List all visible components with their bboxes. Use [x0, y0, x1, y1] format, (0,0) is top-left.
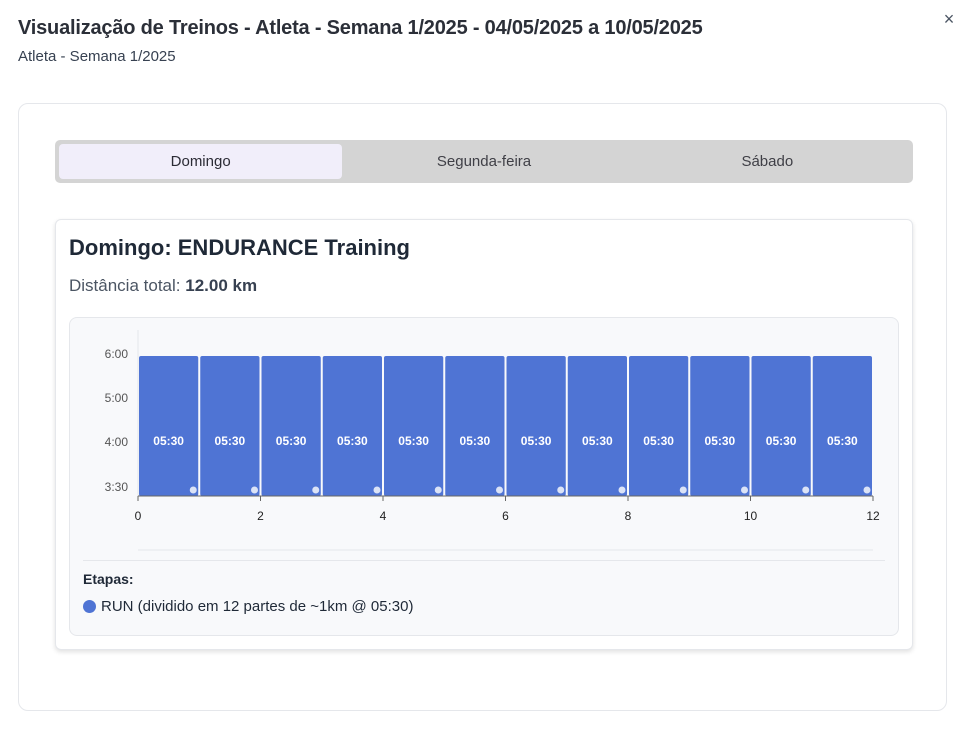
bar-end-marker — [434, 486, 442, 494]
bar-label: 05:30 — [460, 434, 491, 448]
bar-label: 05:30 — [766, 434, 797, 448]
bar — [322, 356, 382, 496]
y-tick-label: 5:00 — [105, 391, 129, 405]
y-tick-label: 4:00 — [105, 435, 129, 449]
legend-title: Etapas: — [83, 571, 134, 587]
bar — [200, 356, 260, 496]
bar-label: 05:30 — [582, 434, 613, 448]
y-tick-label: 3:30 — [105, 480, 129, 494]
x-tick-label: 10 — [744, 509, 758, 523]
bar-end-marker — [373, 486, 381, 494]
bar — [445, 356, 505, 496]
bar-end-marker — [741, 486, 748, 494]
bar — [506, 356, 566, 496]
legend-label: RUN (dividido em 12 partes de ~1km @ 05:… — [101, 598, 414, 615]
bar-end-marker — [557, 486, 565, 494]
bar-end-marker — [312, 486, 320, 494]
bar-end-marker — [251, 486, 258, 494]
bar — [812, 356, 872, 496]
x-tick-label: 2 — [257, 509, 264, 523]
x-tick-label: 0 — [135, 509, 142, 523]
bar-label: 05:30 — [337, 434, 368, 448]
bar — [567, 356, 627, 496]
bar-label: 05:30 — [398, 434, 429, 448]
bar — [384, 356, 444, 496]
bar-label: 05:30 — [827, 434, 858, 448]
bar-end-marker — [863, 486, 871, 494]
bar-label: 05:30 — [705, 434, 736, 448]
bar — [261, 356, 321, 496]
bar-label: 05:30 — [276, 434, 307, 448]
bar-end-marker — [496, 486, 503, 494]
bar — [139, 356, 199, 496]
bar-label: 05:30 — [215, 434, 246, 448]
bar-end-marker — [189, 486, 197, 494]
y-tick-label: 6:00 — [105, 347, 129, 361]
bar-label: 05:30 — [521, 434, 552, 448]
bar — [751, 356, 811, 496]
x-tick-label: 4 — [380, 509, 387, 523]
bar — [690, 356, 750, 496]
bar-end-marker — [679, 486, 687, 494]
x-tick-label: 8 — [625, 509, 632, 523]
x-tick-label: 12 — [866, 509, 880, 523]
legend-divider — [83, 560, 885, 561]
bar-label: 05:30 — [643, 434, 674, 448]
pace-chart: 05:30 05:30 05:30 05:30 05:30 05:30 05:30 05:30… — [105, 330, 880, 551]
legend-item-run: RUN (dividido em 12 partes de ~1km @ 05:… — [83, 598, 413, 615]
bar-end-marker — [618, 486, 626, 494]
bar-label: 05:30 — [153, 434, 184, 448]
legend-dot — [83, 600, 96, 613]
bar — [629, 356, 689, 496]
x-tick-label: 6 — [502, 509, 509, 523]
bar-end-marker — [802, 486, 810, 494]
